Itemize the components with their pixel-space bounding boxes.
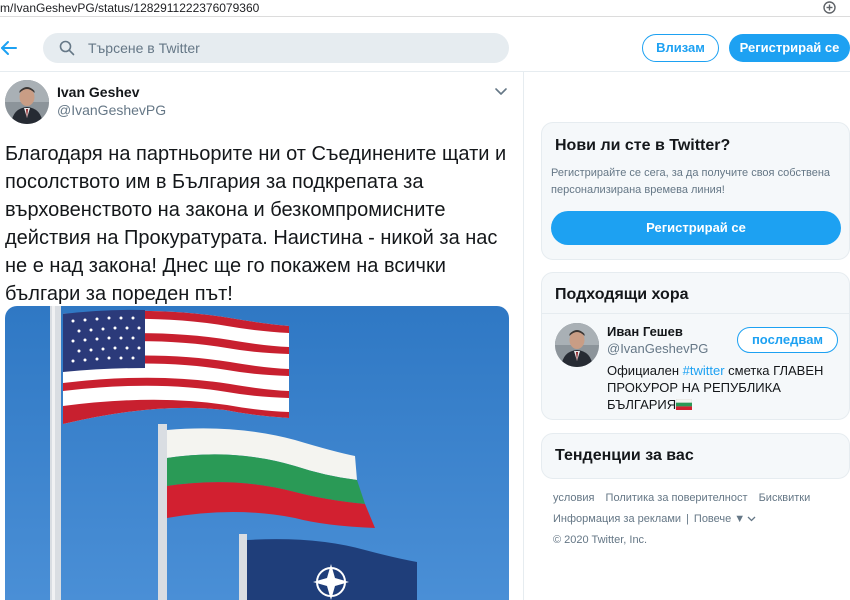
person-bio-text: Официален bbox=[607, 363, 683, 378]
chevron-down-icon[interactable] bbox=[747, 514, 756, 523]
search-icon bbox=[59, 40, 75, 56]
new-to-twitter-title: Нови ли сте в Twitter? bbox=[555, 137, 731, 154]
footer-separator: | bbox=[686, 513, 689, 525]
footer-link-terms[interactable]: условия bbox=[553, 492, 594, 504]
chevron-down-icon[interactable] bbox=[494, 84, 508, 98]
footer-link-privacy[interactable]: Политика за поверителност bbox=[606, 492, 748, 504]
divider bbox=[542, 313, 849, 314]
hashtag-link[interactable]: #twitter bbox=[683, 363, 725, 378]
flags-photo-icon bbox=[5, 306, 509, 600]
footer-copyright: © 2020 Twitter, Inc. bbox=[553, 534, 648, 546]
footer-more-menu[interactable]: Повече ▼ bbox=[694, 513, 745, 525]
new-to-twitter-description: Регистрирайте се сега, за да получите св… bbox=[551, 167, 831, 196]
relevant-people-card: Подходящи хора Иван Гешев @IvanGeshevPG … bbox=[541, 272, 850, 420]
search-placeholder: Търсене в Twitter bbox=[88, 40, 200, 56]
author-name[interactable]: Ivan Geshev bbox=[57, 84, 140, 100]
trends-title: Тенденции за вас bbox=[555, 447, 694, 464]
footer-links-row: условия Политика за поверителност Бискви… bbox=[553, 492, 818, 504]
column-divider bbox=[523, 72, 524, 600]
author-handle: @IvanGeshevPG bbox=[57, 102, 167, 118]
tweet-text: Благодаря на партньорите ни от Съединени… bbox=[5, 143, 507, 305]
browser-url-text[interactable]: m/IvanGeshevPG/status/128291122237607936… bbox=[0, 1, 259, 15]
bulgaria-flag-icon bbox=[676, 399, 693, 410]
signup-button-sidebar[interactable]: Регистрирай се bbox=[551, 211, 841, 245]
footer-link-cookies[interactable]: Бисквитки bbox=[759, 492, 811, 504]
person-bio: Официален #twitter сметка ГЛАВЕН ПРОКУРО… bbox=[607, 362, 843, 413]
author-avatar-image bbox=[5, 80, 49, 124]
trends-card: Тенденции за вас bbox=[541, 433, 850, 479]
footer-ads-row: Информация за реклами | Повече ▼ bbox=[553, 513, 756, 525]
back-arrow-icon[interactable] bbox=[0, 37, 22, 59]
login-button[interactable]: Влизам bbox=[642, 34, 719, 62]
top-header: Търсене в Twitter Влизам Регистрирай се bbox=[0, 24, 850, 72]
person-avatar-image bbox=[555, 323, 599, 367]
zoom-icon[interactable] bbox=[823, 1, 836, 14]
signup-button-header[interactable]: Регистрирай се bbox=[729, 34, 850, 62]
new-to-twitter-card: Нови ли сте в Twitter? Регистрирайте се … bbox=[541, 122, 850, 260]
author-avatar[interactable] bbox=[5, 80, 49, 124]
follow-button[interactable]: последвам bbox=[737, 327, 838, 353]
browser-url-bar[interactable]: m/IvanGeshevPG/status/128291122237607936… bbox=[0, 0, 850, 17]
tweet-photo[interactable] bbox=[5, 306, 509, 600]
person-name[interactable]: Иван Гешев bbox=[607, 324, 683, 339]
relevant-people-title: Подходящи хора bbox=[555, 286, 689, 303]
person-handle: @IvanGeshevPG bbox=[607, 341, 709, 356]
person-avatar[interactable] bbox=[555, 323, 599, 367]
footer-link-ads-info[interactable]: Информация за реклами bbox=[553, 513, 681, 525]
search-input[interactable]: Търсене в Twitter bbox=[43, 33, 509, 63]
